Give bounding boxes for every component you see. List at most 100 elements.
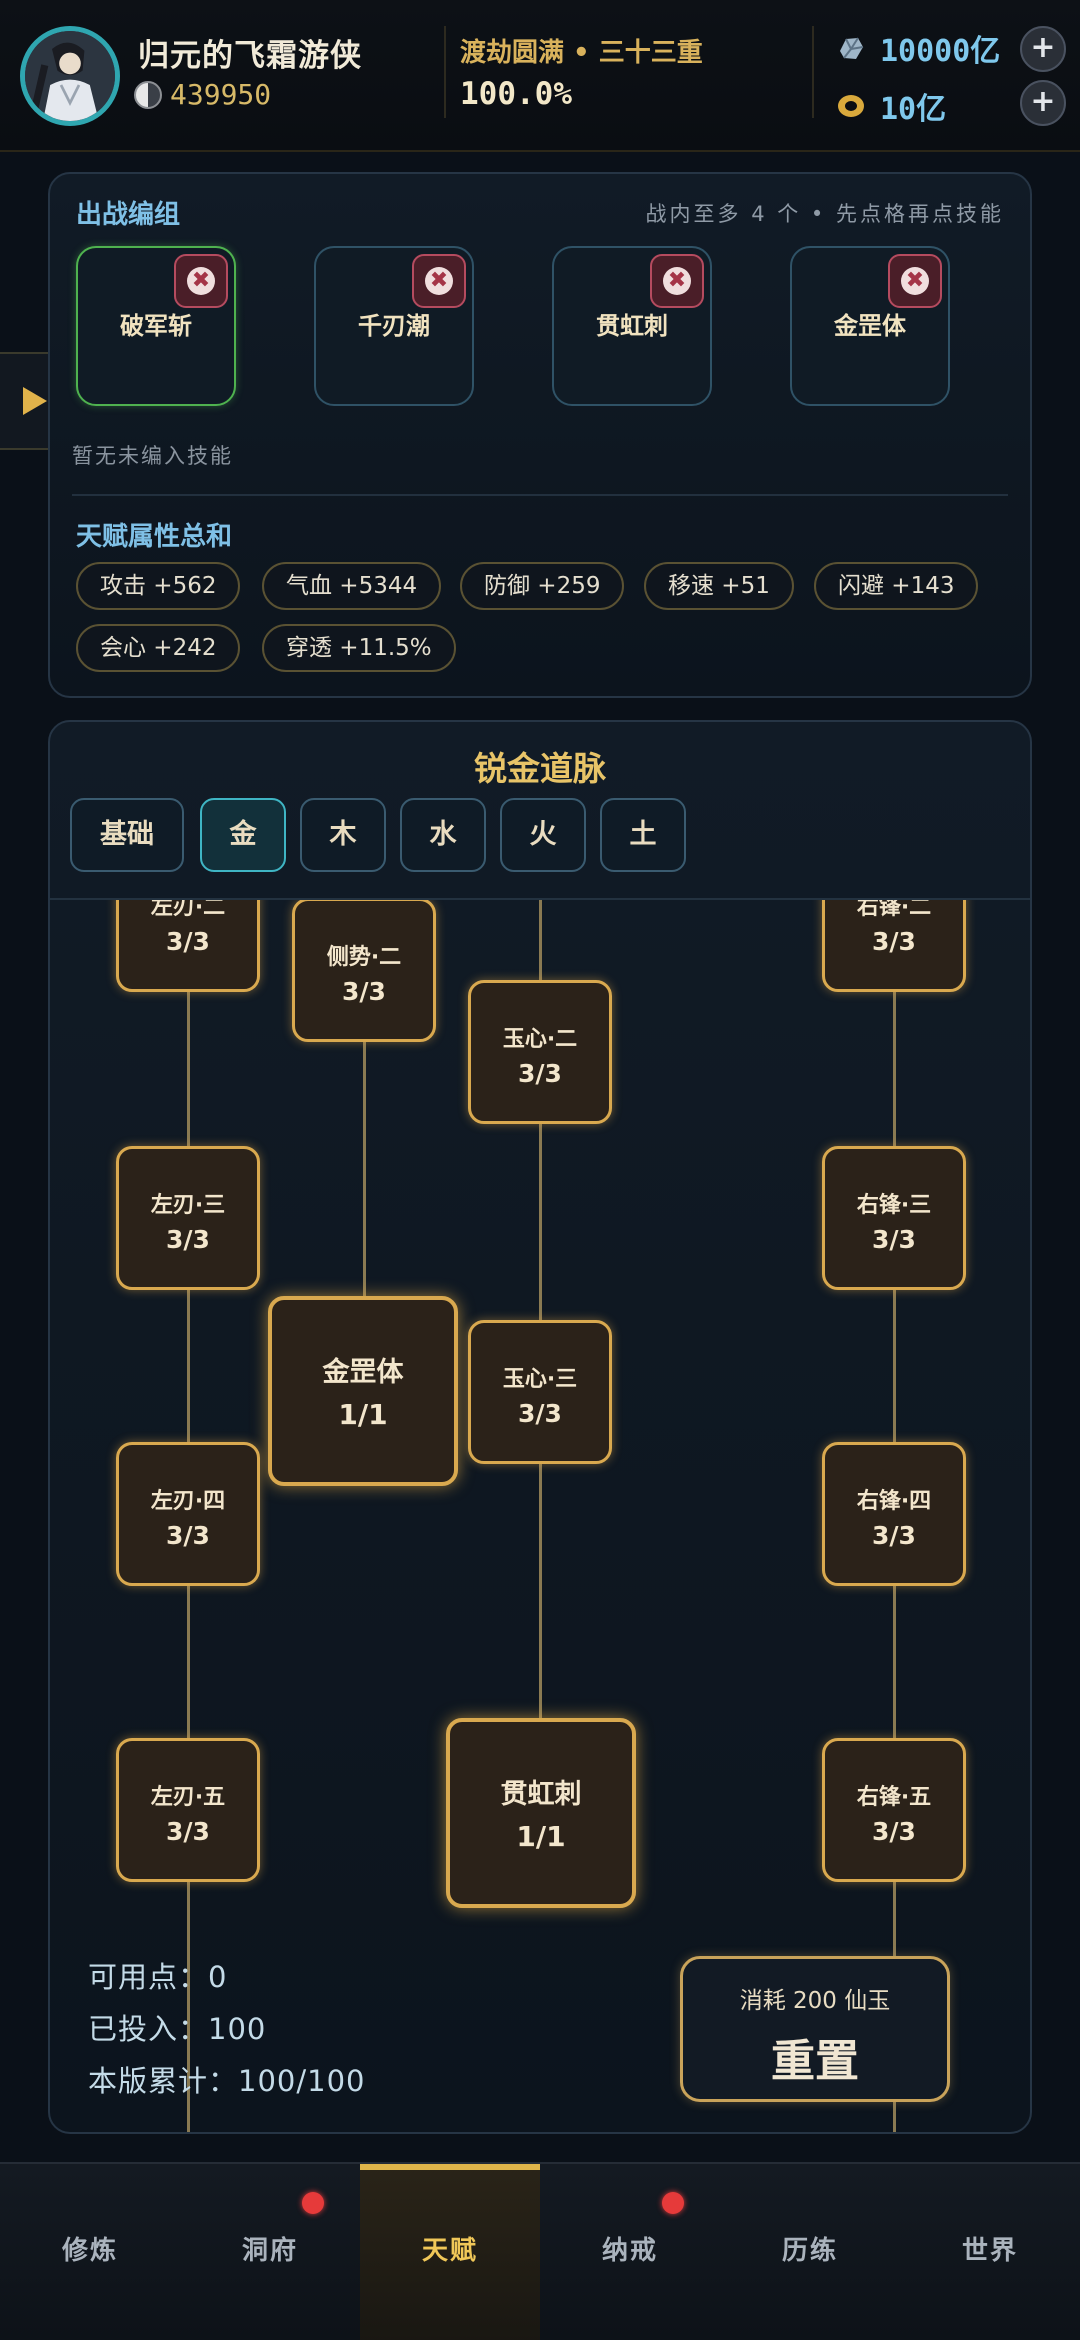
player-avatar[interactable] xyxy=(20,26,120,126)
talent-node-name: 金罡体 xyxy=(322,1357,404,1388)
talent-node-level: 3/3 xyxy=(872,1521,916,1550)
talent-node[interactable]: 右锋·四 3/3 xyxy=(822,1442,966,1586)
talent-node-major[interactable]: 贯虹刺 1/1 xyxy=(446,1718,636,1908)
talent-node-level: 3/3 xyxy=(166,1817,210,1846)
talent-tree-panel: 锐金道脉 基础 金 木 水 火 土 左刃·二 3/3 侧势·二 3/3 玉心·二… xyxy=(48,720,1032,2134)
remove-skill-button[interactable]: ✖ xyxy=(412,254,466,308)
talent-node[interactable]: 右锋·五 3/3 xyxy=(822,1738,966,1882)
divider xyxy=(444,26,446,118)
talent-tree-canvas[interactable]: 左刃·二 3/3 侧势·二 3/3 玉心·二 3/3 右锋·二 3/3 左刃·三… xyxy=(50,898,1030,2132)
tab-earth[interactable]: 土 xyxy=(600,798,686,872)
bottom-navigation: 修炼 洞府 天赋 纳戒 历练 世界 xyxy=(0,2162,1080,2340)
talent-node[interactable]: 右锋·三 3/3 xyxy=(822,1146,966,1290)
talent-node[interactable]: 左刃·二 3/3 xyxy=(116,898,260,992)
spirit-stone-icon xyxy=(840,37,864,59)
close-icon: ✖ xyxy=(663,267,691,295)
talent-node[interactable]: 玉心·二 3/3 xyxy=(468,980,612,1124)
nav-label: 修炼 xyxy=(61,2236,118,2266)
skill-name: 千刃潮 xyxy=(358,312,430,340)
talent-node-level: 3/3 xyxy=(872,927,916,956)
swordsman-portrait-icon xyxy=(25,31,115,121)
talent-node-level: 1/1 xyxy=(338,1398,388,1431)
talent-node-level: 3/3 xyxy=(342,977,386,1006)
tab-metal[interactable]: 金 xyxy=(200,798,286,872)
talent-node-level: 3/3 xyxy=(518,1059,562,1088)
notification-dot xyxy=(662,2192,684,2214)
talent-node[interactable]: 左刃·四 3/3 xyxy=(116,1442,260,1586)
nav-cultivate[interactable]: 修炼 xyxy=(0,2164,180,2340)
talent-node[interactable]: 右锋·二 3/3 xyxy=(822,898,966,992)
close-icon: ✖ xyxy=(187,267,215,295)
talent-node-name: 左刃·五 xyxy=(150,1785,226,1810)
add-coin-button[interactable]: + xyxy=(1020,80,1066,126)
remove-skill-button[interactable]: ✖ xyxy=(174,254,228,308)
spirit-stone-row: 10000亿 xyxy=(836,26,1000,70)
talent-node[interactable]: 侧势·二 3/3 xyxy=(292,900,436,1042)
spirit-stone-amount: 10000亿 xyxy=(880,34,1001,69)
nav-cave[interactable]: 洞府 xyxy=(180,2164,360,2340)
player-name: 归元的飞霜游侠 xyxy=(138,38,362,74)
nav-adventure[interactable]: 历练 xyxy=(720,2164,900,2340)
nav-label: 洞府 xyxy=(241,2236,298,2266)
talent-node-level: 3/3 xyxy=(166,1225,210,1254)
talent-node-level: 3/3 xyxy=(872,1817,916,1846)
play-arrow-icon xyxy=(23,387,47,415)
talent-node[interactable]: 左刃·三 3/3 xyxy=(116,1146,260,1290)
skill-slot-1[interactable]: 破军斩 ✖ xyxy=(76,246,236,406)
talent-node-name: 左刃·四 xyxy=(150,1489,226,1514)
talent-node-name: 玉心·三 xyxy=(502,1367,578,1392)
nav-talent[interactable]: 天赋 xyxy=(360,2164,540,2340)
battle-loadout-title: 出战编组 xyxy=(76,200,181,230)
combat-power: 439950 xyxy=(170,78,272,111)
talent-node-level: 1/1 xyxy=(516,1820,566,1853)
add-spirit-stone-button[interactable]: + xyxy=(1020,26,1066,72)
skill-slot-3[interactable]: 贯虹刺 ✖ xyxy=(552,246,712,406)
version-total-points: 本版累计：100/100 xyxy=(88,2064,366,2098)
available-points: 可用点：0 xyxy=(88,1960,228,1994)
talent-node[interactable]: 玉心·三 3/3 xyxy=(468,1320,612,1464)
talent-node-name: 贯虹刺 xyxy=(500,1779,582,1810)
skill-name: 破军斩 xyxy=(120,312,192,340)
talent-stats-title: 天赋属性总和 xyxy=(76,522,233,552)
skill-slot-2[interactable]: 千刃潮 ✖ xyxy=(314,246,474,406)
empty-skill-hint: 暂无未编入技能 xyxy=(72,444,233,468)
talent-node-name: 右锋·三 xyxy=(856,1193,932,1218)
reset-label: 重置 xyxy=(771,2036,859,2087)
divider xyxy=(812,26,814,118)
tab-wood[interactable]: 木 xyxy=(300,798,386,872)
battle-loadout-panel: 出战编组 战内至多 4 个 • 先点格再点技能 破军斩 ✖ 千刃潮 ✖ 贯虹刺 … xyxy=(48,172,1032,698)
invested-points: 已投入：100 xyxy=(88,2012,267,2046)
talent-node-level: 3/3 xyxy=(166,927,210,956)
stat-chip-penetration: 穿透 +11.5% xyxy=(262,624,456,672)
talent-node-name: 左刃·二 xyxy=(150,898,226,920)
stat-chip-dodge: 闪避 +143 xyxy=(814,562,979,610)
coin-icon xyxy=(838,95,864,117)
talent-node-name: 左刃·三 xyxy=(150,1193,226,1218)
stat-chip-speed: 移速 +51 xyxy=(644,562,794,610)
close-icon: ✖ xyxy=(901,267,929,295)
nav-storage-ring[interactable]: 纳戒 xyxy=(540,2164,720,2340)
remove-skill-button[interactable]: ✖ xyxy=(888,254,942,308)
realm-progress: 100.0% xyxy=(460,76,572,112)
talent-node[interactable]: 左刃·五 3/3 xyxy=(116,1738,260,1882)
talent-node-name: 右锋·二 xyxy=(856,898,932,920)
tab-fire[interactable]: 火 xyxy=(500,798,586,872)
notification-dot xyxy=(302,2192,324,2214)
skill-slot-4[interactable]: 金罡体 ✖ xyxy=(790,246,950,406)
top-status-bar: 归元的飞霜游侠 439950 渡劫圆满 • 三十三重 100.0% 10000亿… xyxy=(0,0,1080,152)
talent-node-name: 右锋·五 xyxy=(856,1785,932,1810)
coin-amount: 10亿 xyxy=(880,92,947,127)
skill-name: 金罡体 xyxy=(834,312,906,340)
nav-world[interactable]: 世界 xyxy=(900,2164,1080,2340)
talent-node-major[interactable]: 金罡体 1/1 xyxy=(268,1296,458,1486)
remove-skill-button[interactable]: ✖ xyxy=(650,254,704,308)
talent-node-name: 右锋·四 xyxy=(856,1489,932,1514)
talent-node-level: 3/3 xyxy=(518,1399,562,1428)
tab-basic[interactable]: 基础 xyxy=(70,798,184,872)
tab-water[interactable]: 水 xyxy=(400,798,486,872)
reset-talents-button[interactable]: 消耗 200 仙玉 重置 xyxy=(680,1956,950,2102)
reset-cost: 消耗 200 仙玉 xyxy=(739,1988,891,2014)
battle-loadout-hint: 战内至多 4 个 • 先点格再点技能 xyxy=(645,202,1004,226)
talent-node-level: 3/3 xyxy=(872,1225,916,1254)
nav-label: 世界 xyxy=(961,2236,1018,2266)
